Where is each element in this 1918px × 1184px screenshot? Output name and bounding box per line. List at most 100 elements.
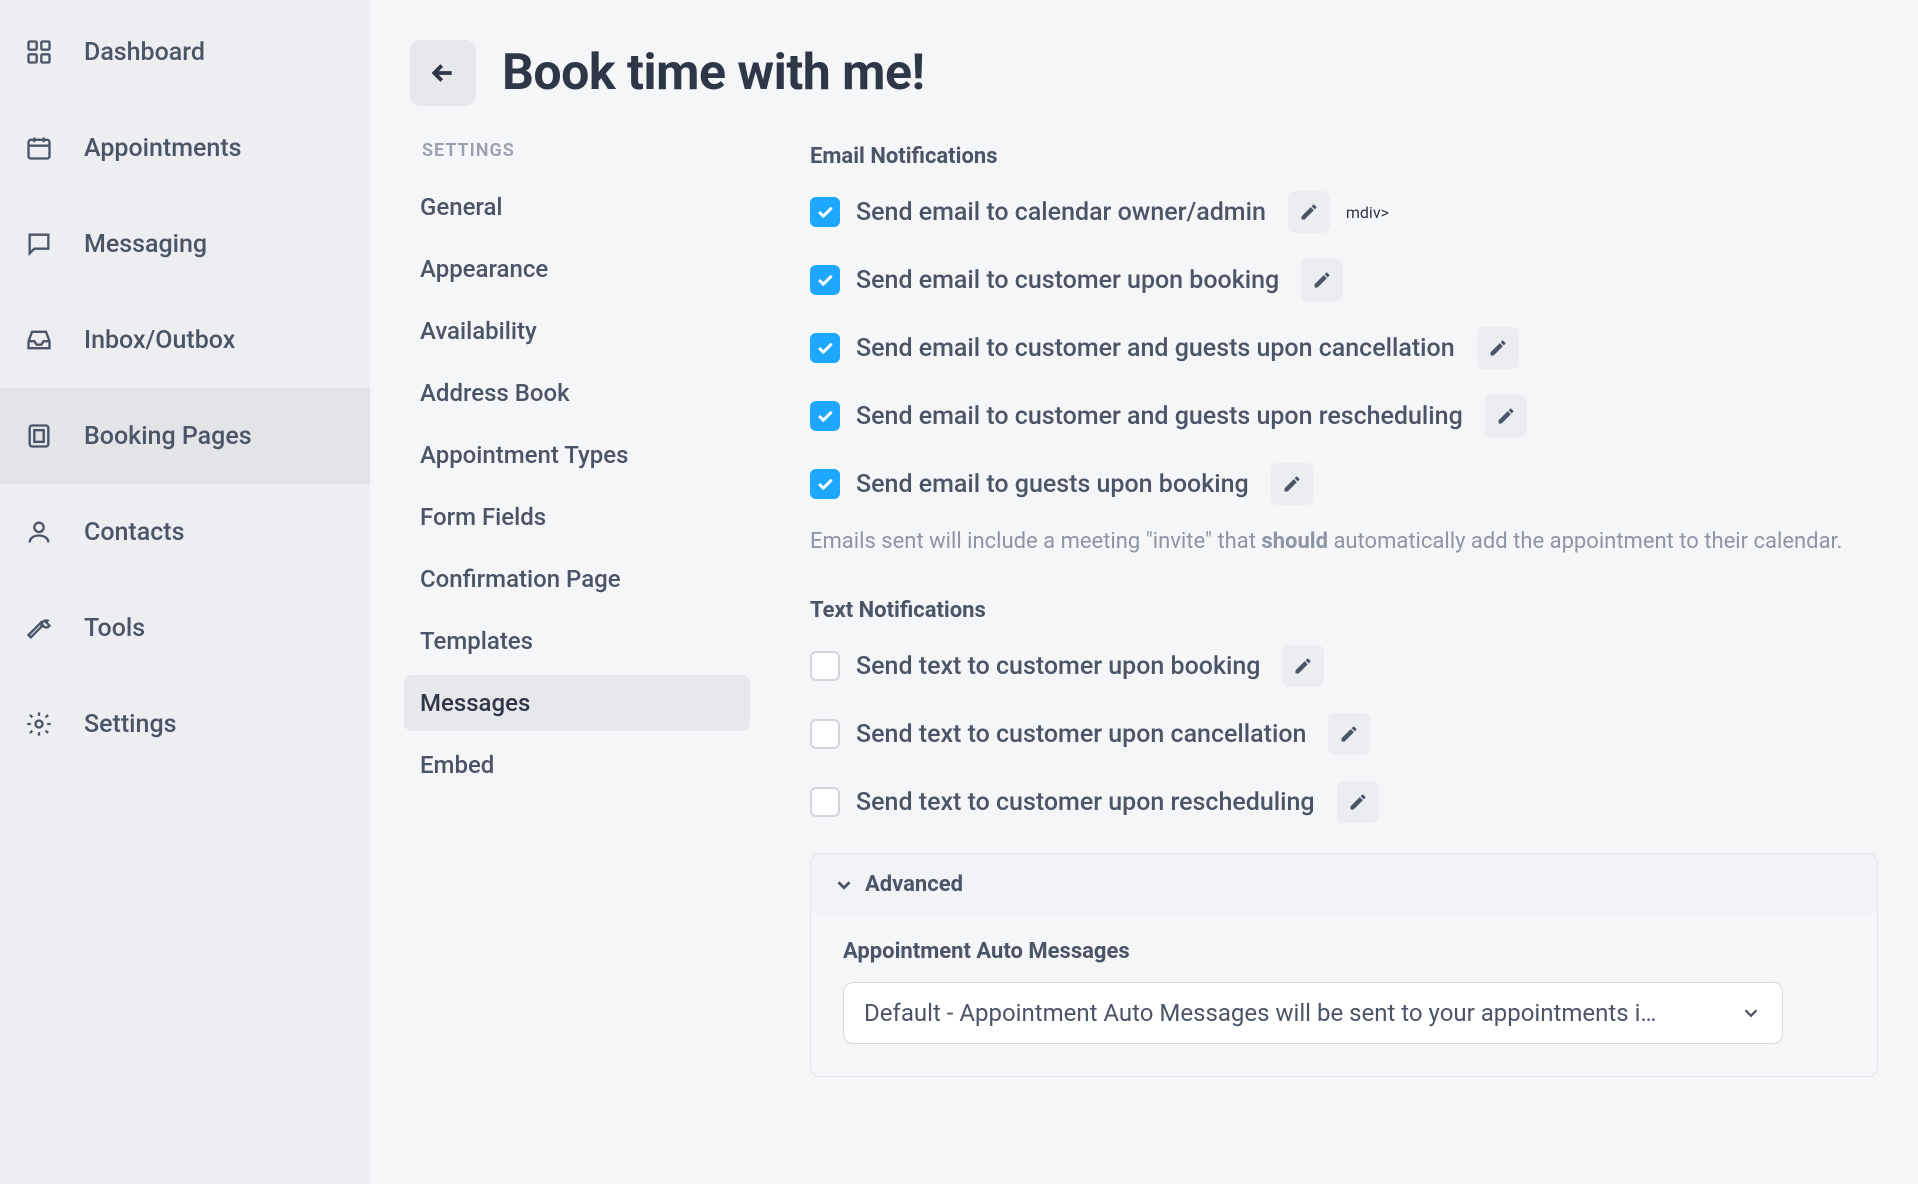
settings-item-availability[interactable]: Availability (404, 303, 750, 359)
back-button[interactable] (410, 40, 476, 106)
text-option-rescheduling: Send text to customer upon rescheduling (810, 781, 1878, 823)
edit-button[interactable] (1337, 781, 1379, 823)
checkbox-text-cancellation[interactable] (810, 719, 840, 749)
check-label: Send text to customer upon rescheduling (856, 788, 1315, 817)
text-notifications-title: Text Notifications (810, 598, 1878, 623)
messages-panel: Email Notifications Send email to calend… (810, 130, 1878, 1077)
pencil-icon (1293, 656, 1313, 676)
inbox-icon (24, 325, 54, 355)
user-icon (24, 517, 54, 547)
text-option-cancellation: Send text to customer upon cancellation (810, 713, 1878, 755)
settings-item-embed[interactable]: Embed (404, 737, 750, 793)
check-label: Send email to customer and guests upon c… (856, 334, 1455, 363)
settings-item-appearance[interactable]: Appearance (404, 241, 750, 297)
edit-button[interactable] (1288, 191, 1330, 233)
auto-messages-select[interactable]: Default - Appointment Auto Messages will… (843, 982, 1783, 1044)
settings-item-general[interactable]: General (404, 179, 750, 235)
edit-button[interactable] (1477, 327, 1519, 369)
check-label: Send email to guests upon booking (856, 470, 1249, 499)
check-icon (815, 474, 835, 494)
sidebar-item-label: Dashboard (84, 38, 205, 67)
sidebar-item-label: Booking Pages (84, 422, 252, 451)
settings-item-appointment-types[interactable]: Appointment Types (404, 427, 750, 483)
pencil-icon (1339, 724, 1359, 744)
checkbox-email-owner[interactable] (810, 197, 840, 227)
email-option-customer-booking: Send email to customer upon booking (810, 259, 1878, 301)
checkbox-email-cancellation[interactable] (810, 333, 840, 363)
checkbox-text-rescheduling[interactable] (810, 787, 840, 817)
chevron-down-icon (1740, 1002, 1762, 1024)
settings-item-address-book[interactable]: Address Book (404, 365, 750, 421)
settings-item-form-fields[interactable]: Form Fields (404, 489, 750, 545)
checkbox-text-booking[interactable] (810, 651, 840, 681)
settings-heading: SETTINGS (410, 140, 750, 161)
sidebar-item-label: Contacts (84, 518, 184, 547)
grid-icon (24, 37, 54, 67)
text-option-booking: Send text to customer upon booking (810, 645, 1878, 687)
check-label: Send text to customer upon cancellation (856, 720, 1306, 749)
settings-item-messages[interactable]: Messages (404, 675, 750, 731)
advanced-subtitle: Appointment Auto Messages (843, 939, 1845, 964)
edit-button[interactable] (1301, 259, 1343, 301)
edit-button[interactable] (1271, 463, 1313, 505)
pencil-icon (1488, 338, 1508, 358)
check-label: Send email to customer and guests upon r… (856, 402, 1463, 431)
main-content: Book time with me! SETTINGS General Appe… (370, 0, 1918, 1184)
help-text-strong: should (1261, 529, 1328, 554)
advanced-body: Appointment Auto Messages Default - Appo… (811, 915, 1877, 1076)
pencil-icon (1312, 270, 1332, 290)
sidebar-item-appointments[interactable]: Appointments (0, 100, 370, 196)
gear-icon (24, 709, 54, 739)
checkbox-email-customer-booking[interactable] (810, 265, 840, 295)
edit-button[interactable] (1328, 713, 1370, 755)
email-option-cancellation: Send email to customer and guests upon c… (810, 327, 1878, 369)
message-icon (24, 229, 54, 259)
sidebar-item-inbox[interactable]: Inbox/Outbox (0, 292, 370, 388)
page-icon (24, 421, 54, 451)
check-icon (815, 406, 835, 426)
email-option-guests-booking: Send email to guests upon booking (810, 463, 1878, 505)
edit-button[interactable] (1485, 395, 1527, 437)
email-option-rescheduling: Send email to customer and guests upon r… (810, 395, 1878, 437)
check-label: Send text to customer upon booking (856, 652, 1260, 681)
check-icon (815, 202, 835, 222)
sidebar-item-booking-pages[interactable]: Booking Pages (0, 388, 370, 484)
check-icon (815, 338, 835, 358)
chevron-down-icon (833, 874, 855, 896)
settings-nav: SETTINGS General Appearance Availability… (410, 130, 750, 1077)
settings-item-confirmation-page[interactable]: Confirmation Page (404, 551, 750, 607)
advanced-section: Advanced Appointment Auto Messages Defau… (810, 853, 1878, 1077)
pencil-icon (1348, 792, 1368, 812)
pencil-icon (1299, 202, 1319, 222)
pencil-icon (1496, 406, 1516, 426)
sidebar-item-label: Settings (84, 710, 177, 739)
email-option-owner: Send email to calendar owner/admin mdiv> (810, 191, 1878, 233)
settings-item-templates[interactable]: Templates (404, 613, 750, 669)
check-label: Send email to calendar owner/admin (856, 198, 1266, 227)
page-title: Book time with me! (502, 44, 925, 102)
sidebar-item-label: Tools (84, 614, 145, 643)
help-text-post: automatically add the appointment to the… (1328, 529, 1842, 554)
sidebar: Dashboard Appointments Messaging Inbox/O… (0, 0, 370, 1184)
wrench-icon (24, 613, 54, 643)
sidebar-item-settings[interactable]: Settings (0, 676, 370, 772)
sidebar-item-contacts[interactable]: Contacts (0, 484, 370, 580)
checkbox-email-guests-booking[interactable] (810, 469, 840, 499)
check-icon (815, 270, 835, 290)
sidebar-item-messaging[interactable]: Messaging (0, 196, 370, 292)
sidebar-item-label: Inbox/Outbox (84, 326, 235, 355)
advanced-title: Advanced (865, 872, 963, 897)
help-text-pre: Emails sent will include a meeting "invi… (810, 529, 1261, 554)
calendar-icon (24, 133, 54, 163)
sidebar-item-label: Appointments (84, 134, 242, 163)
check-label: Send email to customer upon booking (856, 266, 1279, 295)
checkbox-email-rescheduling[interactable] (810, 401, 840, 431)
select-value: Default - Appointment Auto Messages will… (864, 999, 1656, 1027)
email-notifications-title: Email Notifications (810, 144, 1878, 169)
sidebar-item-dashboard[interactable]: Dashboard (0, 4, 370, 100)
arrow-left-icon (428, 58, 458, 88)
edit-button[interactable] (1282, 645, 1324, 687)
sidebar-item-tools[interactable]: Tools (0, 580, 370, 676)
advanced-toggle[interactable]: Advanced (811, 854, 1877, 915)
email-help-text: Emails sent will include a meeting "invi… (810, 525, 1878, 558)
